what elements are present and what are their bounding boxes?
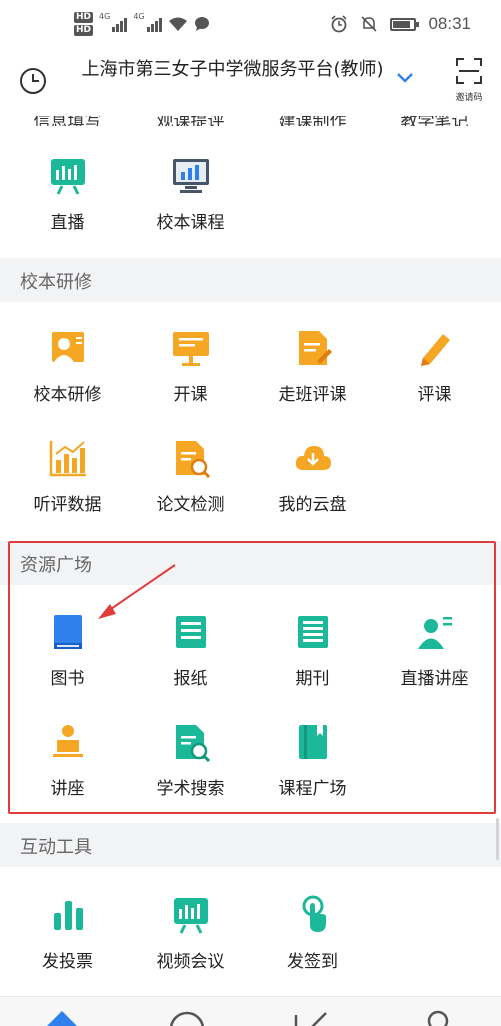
grid-item-label: 校本研修 bbox=[33, 385, 102, 405]
grid-item-label: 走班评课 bbox=[278, 385, 347, 405]
grid-item-vote[interactable]: 发投票 bbox=[5, 895, 130, 995]
grid-item-label: 校本课程 bbox=[156, 213, 225, 233]
section-title: 互动工具 bbox=[20, 837, 92, 858]
grid-item-label: 视频会议 bbox=[156, 952, 225, 972]
grid-item-label: 讲座 bbox=[50, 779, 85, 799]
status-bar: HD HD 4G 4G 08:31 bbox=[0, 0, 501, 46]
section-header: 互动工具 bbox=[0, 823, 501, 867]
grid-item-course-plaza[interactable]: 课程广场 bbox=[250, 722, 375, 822]
app-header: 上海市第三女子中学微服务平台(教师) 邀请码 bbox=[0, 46, 501, 116]
page-title[interactable]: 上海市第三女子中学微服务平台(教师) bbox=[70, 58, 395, 82]
paper-check-icon bbox=[175, 441, 210, 478]
video-meeting-icon bbox=[173, 898, 208, 934]
section-title: 资源广场 bbox=[20, 555, 92, 576]
grid-item-label: 评课 bbox=[417, 385, 452, 405]
grid-item-paper-check[interactable]: 论文检测 bbox=[128, 438, 253, 538]
scan-frame-icon bbox=[456, 58, 482, 84]
pencil-icon bbox=[420, 334, 450, 366]
data-chart-icon bbox=[49, 441, 86, 477]
course-plaza-icon bbox=[298, 725, 327, 759]
lecture-icon bbox=[52, 725, 83, 757]
grid-item-label: 期刊 bbox=[295, 669, 330, 689]
grid-item-label: 报纸 bbox=[173, 669, 208, 689]
section-header: 资源广场 bbox=[0, 541, 501, 585]
grid-item-label: 开课 bbox=[173, 385, 208, 405]
hd-badge-2: HD bbox=[74, 25, 94, 36]
grid-item-label: 直播 bbox=[50, 213, 85, 233]
grid-item-label: 直播讲座 bbox=[400, 669, 469, 689]
grid-item-open-class[interactable]: 开课 bbox=[128, 328, 253, 428]
grid-item-label: 论文检测 bbox=[156, 495, 225, 515]
live-stream-icon bbox=[50, 159, 85, 195]
network-type-1: 4G bbox=[99, 12, 111, 21]
grid-item-school-course[interactable]: 校本课程 bbox=[128, 156, 253, 256]
grid-item-label: 发签到 bbox=[287, 952, 338, 972]
grid-item-data[interactable]: 听评数据 bbox=[5, 438, 130, 538]
network-type-2: 4G bbox=[133, 12, 145, 21]
newspaper-icon bbox=[175, 616, 206, 648]
live-lecture-icon bbox=[417, 617, 452, 649]
history-clock-icon[interactable] bbox=[20, 68, 46, 94]
grid-item-label: 图书 bbox=[50, 669, 85, 689]
grid-item-cloud-drive[interactable]: 我的云盘 bbox=[250, 438, 375, 538]
scrollbar[interactable] bbox=[496, 818, 499, 860]
grid-item-video-meeting[interactable]: 视频会议 bbox=[128, 895, 253, 995]
cutoff-label: 信息填写 bbox=[33, 116, 102, 126]
grid-item-label: 听评数据 bbox=[33, 495, 102, 515]
battery-icon bbox=[390, 17, 420, 31]
alarm-icon bbox=[331, 15, 348, 33]
silent-bell-icon bbox=[361, 16, 378, 32]
invite-code-label: 邀请码 bbox=[455, 93, 483, 103]
network-indicators: HD HD 4G 4G bbox=[74, 12, 210, 36]
grid-item-lecture[interactable]: 讲座 bbox=[5, 722, 130, 822]
grid-item-label: 课程广场 bbox=[278, 779, 347, 799]
chevron-down-icon[interactable] bbox=[396, 72, 414, 84]
grid-item-class-review[interactable]: 走班评课 bbox=[250, 328, 375, 428]
home-icon[interactable] bbox=[42, 1009, 82, 1026]
edit-icon[interactable] bbox=[292, 1009, 332, 1026]
grid-item-newspaper[interactable]: 报纸 bbox=[128, 612, 253, 712]
signal-1-icon bbox=[112, 16, 128, 32]
hd-badge-1: HD bbox=[74, 12, 94, 23]
bottom-nav bbox=[0, 996, 501, 1026]
vote-icon bbox=[53, 901, 83, 930]
cloud-drive-icon bbox=[295, 446, 331, 470]
message-icon[interactable] bbox=[167, 1009, 207, 1026]
section-title: 校本研修 bbox=[20, 272, 92, 293]
chat-bubble-icon bbox=[194, 17, 209, 31]
cutoff-label: 教学笔记 bbox=[400, 116, 469, 126]
journal-icon bbox=[297, 616, 328, 648]
grid-item-academic-search[interactable]: 学术搜索 bbox=[128, 722, 253, 822]
grid-item-label: 我的云盘 bbox=[278, 495, 347, 515]
cutoff-label: 建课制作 bbox=[278, 116, 347, 126]
academic-search-icon bbox=[175, 725, 210, 762]
wifi-icon bbox=[168, 17, 187, 31]
status-time: 08:31 bbox=[428, 14, 471, 33]
invite-code-button[interactable]: 邀请码 bbox=[448, 58, 490, 103]
school-course-icon bbox=[172, 159, 209, 193]
profile-icon[interactable] bbox=[418, 1009, 458, 1026]
check-in-icon bbox=[302, 895, 326, 932]
grid-item-training[interactable]: 校本研修 bbox=[5, 328, 130, 428]
grid-item-label: 发投票 bbox=[42, 952, 93, 972]
class-review-icon bbox=[298, 331, 332, 365]
grid-item-live[interactable]: 直播 bbox=[5, 156, 130, 256]
cutoff-row: 信息填写 观课提评 建课制作 教学笔记 bbox=[0, 116, 501, 126]
signal-2-icon bbox=[146, 16, 162, 32]
cutoff-label: 观课提评 bbox=[156, 116, 225, 126]
section-header: 校本研修 bbox=[0, 258, 501, 302]
open-class-icon bbox=[172, 332, 209, 366]
grid-item-book[interactable]: 图书 bbox=[5, 612, 130, 712]
grid-item-label: 学术搜索 bbox=[156, 779, 225, 799]
grid-item-journal[interactable]: 期刊 bbox=[250, 612, 375, 712]
teacher-training-icon bbox=[51, 332, 84, 362]
grid-item-live-lecture[interactable]: 直播讲座 bbox=[372, 612, 497, 712]
grid-item-check-in[interactable]: 发签到 bbox=[250, 895, 375, 995]
grid-item-review[interactable]: 评课 bbox=[372, 328, 497, 428]
book-icon bbox=[53, 615, 82, 649]
